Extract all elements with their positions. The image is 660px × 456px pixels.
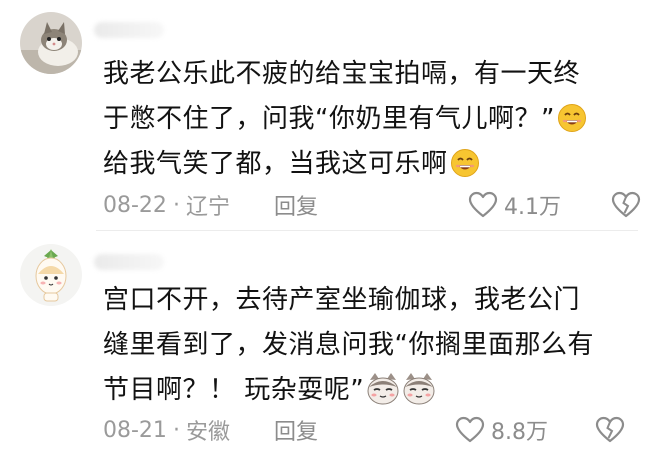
cat-photo-avatar-icon [20,12,82,74]
cat-face-emoji-icon [366,372,400,406]
comment-meta: 08-22 · 辽宁 回复 4.1万 [103,189,641,221]
comment-date: 08-22 [103,192,167,218]
like-button[interactable]: 8.8万 [455,414,548,446]
comment-meta: 08-21 · 安徽 回复 8.8万 [103,415,640,445]
reply-button[interactable]: 回复 [274,414,318,446]
comment-line-with-emoji: 节目啊？！ 玩杂耍呢” [103,368,633,413]
user-avatar[interactable] [20,244,82,306]
comment-line: 宫口不开，去待产室坐瑜伽球，我老公门 [103,285,581,315]
username-blurred[interactable] [94,254,164,270]
reply-button[interactable]: 回复 [274,189,318,221]
comment-text: 宫口不开，去待产室坐瑜伽球，我老公门 缝里看到了，发消息问我“你搁里面那么有 节… [103,278,633,413]
cartoon-avatar-icon [20,244,82,306]
dislike-broken-heart-icon[interactable] [611,191,641,219]
cat-face-emoji-icon [402,372,436,406]
grin-emoji-icon [450,148,480,178]
comment-line: 节目啊？！ 玩杂耍呢” [103,375,365,405]
comment-line: 于憋不住了，问我“你奶里有气儿啊？” [103,104,555,134]
comment-location: 辽宁 [185,195,230,220]
like-count: 4.1万 [504,195,561,220]
grin-emoji-icon [557,103,587,133]
comment-divider [96,230,638,231]
user-avatar[interactable] [20,12,82,74]
comment-line: 给我气笑了都，当我这可乐啊 [103,149,448,179]
comment-line: 我老公乐此不疲的给宝宝拍嗝，有一天终 [103,59,581,89]
comment-location: 安徽 [185,420,230,445]
username-blurred[interactable] [94,22,164,38]
like-count: 8.8万 [491,420,548,445]
comment-line-with-emoji: 给我气笑了都，当我这可乐啊 [103,142,633,187]
like-button[interactable]: 4.1万 [468,189,561,221]
comment-text: 我老公乐此不疲的给宝宝拍嗝，有一天终 于憋不住了，问我“你奶里有气儿啊？” 给我… [103,52,633,187]
separator-dot: · [172,417,180,443]
comment-date: 08-21 [103,417,167,443]
comment-feed: 我老公乐此不疲的给宝宝拍嗝，有一天终 于憋不住了，问我“你奶里有气儿啊？” 给我… [0,0,660,456]
dislike-broken-heart-icon[interactable] [595,416,625,444]
separator-dot: · [172,192,180,218]
comment-item: 我老公乐此不疲的给宝宝拍嗝，有一天终 于憋不住了，问我“你奶里有气儿啊？” 给我… [0,0,660,230]
heart-icon [455,416,485,443]
comment-item: 宫口不开，去待产室坐瑜伽球，我老公门 缝里看到了，发消息问我“你搁里面那么有 节… [0,232,660,456]
heart-icon [468,191,498,218]
comment-line: 缝里看到了，发消息问我“你搁里面那么有 [103,330,594,360]
comment-line-with-emoji: 于憋不住了，问我“你奶里有气儿啊？” [103,97,633,142]
